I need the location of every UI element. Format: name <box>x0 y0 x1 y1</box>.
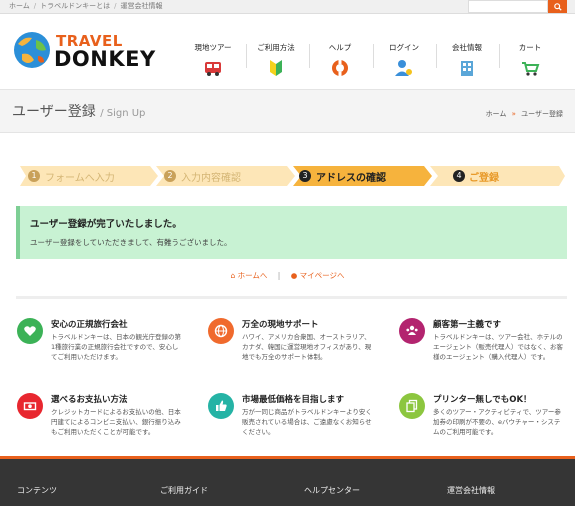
home-link[interactable]: ⌂ ホームへ <box>230 271 267 280</box>
breadcrumb-arrow-icon: » <box>511 110 516 118</box>
nav-local-tours[interactable]: 現地ツアー <box>180 40 246 80</box>
feature-customer-first: 顧客第一主義です トラベルドンキーは、ツアー会社、ホテルのエージェント（販売代理… <box>399 318 569 378</box>
success-alert: ユーザー登録が完了いたしました。 ユーザー登録をしていただきまして、有難うござい… <box>16 206 567 259</box>
page-breadcrumb-current: ユーザー登録 <box>521 110 563 118</box>
section-divider <box>16 296 567 299</box>
building-icon <box>461 61 473 76</box>
step-3-active: 3 アドレスの確認 <box>293 166 430 186</box>
page-title: ユーザー登録 / Sign Up <box>12 104 146 120</box>
footer-help-center[interactable]: ヘルプセンター <box>304 485 360 496</box>
nav-company-info[interactable]: 会社情報 <box>434 40 500 80</box>
nav-login[interactable]: ログイン <box>371 40 437 80</box>
search-button[interactable] <box>548 0 567 13</box>
feature-licensed-agency: 安心の正規旅行会社 トラベルドンキーは、日本の観光庁登録の第1種旅行業の正規旅行… <box>17 318 187 378</box>
step-4: 4 ご登録 <box>430 166 565 186</box>
breadcrumb-about[interactable]: トラベルドンキーとは <box>40 2 110 10</box>
nav-how-to-use[interactable]: ご利用方法 <box>243 40 309 80</box>
feature-lowest-price: 市場最低価格を目指します 万が一同じ商品がトラベルドンキーより安く販売されている… <box>208 393 378 453</box>
action-links: ⌂ ホームへ | ● マイページへ <box>230 271 345 280</box>
feature-local-support: 万全の現地サポート ハワイ、アメリカ合衆国、オーストラリア、カナダ、韓国に運営現… <box>208 318 378 378</box>
progress-steps: 1 フォームへ入力 2 入力内容確認 3 アドレスの確認 4 ご登録 <box>20 166 565 186</box>
breadcrumb-home[interactable]: ホーム <box>9 2 30 10</box>
footer-contents[interactable]: コンテンツ <box>17 485 57 496</box>
users-icon <box>399 318 425 344</box>
breadcrumb: ホーム / トラベルドンキーとは / 運営会社情報 <box>9 2 163 10</box>
page-subtitle: / Sign Up <box>100 108 146 119</box>
page-breadcrumb: ホーム » ユーザー登録 <box>486 109 563 119</box>
user-icon: ● <box>290 271 298 280</box>
lifebuoy-icon <box>332 60 348 76</box>
bus-icon <box>205 62 221 76</box>
heart-icon <box>17 318 43 344</box>
page-title-bar: ユーザー登録 / Sign Up ホーム » ユーザー登録 <box>0 89 575 133</box>
site-footer: コンテンツ ご利用ガイド ヘルプセンター 運営会社情報 <box>0 456 575 506</box>
logo-text-donkey: DONKEY <box>54 47 156 71</box>
feature-payment-methods: 選べるお支払い方法 クレジットカードによるお支払いの他、日本円建てによるコンビニ… <box>17 393 187 453</box>
user-key-icon <box>395 60 412 76</box>
beginner-mark-icon <box>270 60 282 76</box>
top-bar: ホーム / トラベルドンキーとは / 運営会社情報 <box>0 0 575 14</box>
search-icon <box>553 2 562 11</box>
thumbs-up-icon <box>208 393 234 419</box>
footer-guide[interactable]: ご利用ガイド <box>160 485 208 496</box>
cart-icon <box>522 62 540 76</box>
home-icon: ⌂ <box>230 271 236 280</box>
footer-company-info[interactable]: 運営会社情報 <box>447 485 495 496</box>
breadcrumb-company[interactable]: 運営会社情報 <box>121 2 163 10</box>
feature-no-printer: プリンター無しでもOK！ 多くのツアー・アクティビティで、ツアー参加券の印刷が不… <box>399 393 569 453</box>
nav-help[interactable]: ヘルプ <box>307 40 373 80</box>
step-1: 1 フォームへ入力 <box>20 166 156 186</box>
search-input[interactable] <box>468 0 548 13</box>
nav-cart[interactable]: カート <box>497 40 563 80</box>
alert-message: ユーザー登録をしていただきまして、有難うございました。 <box>30 238 232 247</box>
alert-title: ユーザー登録が完了いたしました。 <box>30 219 182 230</box>
page-breadcrumb-home[interactable]: ホーム <box>486 110 507 118</box>
step-2: 2 入力内容確認 <box>156 166 293 186</box>
globe-logo-icon <box>14 32 50 68</box>
globe-icon <box>208 318 234 344</box>
mypage-link[interactable]: ● マイページへ <box>291 271 345 280</box>
money-icon <box>17 393 43 419</box>
copy-icon <box>399 393 425 419</box>
site-logo[interactable]: TRAVEL DONKEY <box>12 28 155 76</box>
